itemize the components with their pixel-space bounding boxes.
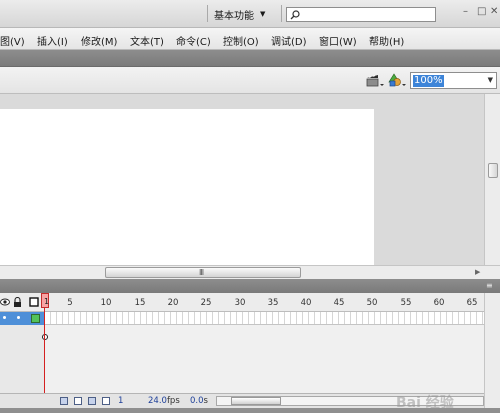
ruler-tick: 40	[300, 298, 312, 308]
ruler-tick: 45	[333, 298, 345, 308]
zoom-value: 100%	[413, 75, 444, 87]
frame-rate[interactable]: 24.0fps	[148, 396, 180, 406]
layer-header	[0, 293, 44, 312]
timeline-header: ≡	[0, 279, 500, 293]
frame-ruler[interactable]: 5 10 15 20 25 30 35 40 45 50 55 60 65 1	[41, 293, 484, 312]
scroll-thumb[interactable]: III	[105, 267, 301, 278]
ruler-tick: 30	[234, 298, 246, 308]
frame-rate-value: 24.0	[148, 396, 167, 406]
menu-bar: 图(V) 插入(I) 修改(M) 文本(T) 命令(C) 控制(O) 调试(D)…	[0, 28, 500, 50]
scroll-right-icon[interactable]: ▶	[475, 268, 480, 276]
lock-dot[interactable]	[17, 316, 20, 319]
menu-insert[interactable]: 插入(I)	[37, 33, 68, 48]
keyframe-icon[interactable]	[42, 334, 48, 340]
lock-icon[interactable]	[13, 297, 22, 308]
stage-canvas[interactable]	[0, 109, 374, 265]
menu-help[interactable]: 帮助(H)	[369, 33, 404, 48]
minimize-button[interactable]: –	[463, 6, 468, 17]
separator	[281, 5, 282, 22]
watermark-logo: Bai 经验	[396, 395, 454, 411]
ruler-tick: 15	[134, 298, 146, 308]
playhead[interactable]: 1	[41, 293, 49, 308]
ruler-tick: 10	[100, 298, 112, 308]
ruler-tick: 60	[433, 298, 445, 308]
layer-outline-color[interactable]	[31, 314, 40, 323]
stage-horizontal-scrollbar[interactable]: III ▶	[0, 265, 500, 279]
ruler-tick: 55	[400, 298, 412, 308]
menu-control[interactable]: 控制(O)	[223, 33, 259, 48]
layer-row[interactable]	[0, 312, 44, 325]
menu-window[interactable]: 窗口(W)	[319, 33, 357, 48]
elapsed-time-value: 0.0	[190, 396, 204, 406]
onion-skin-icon[interactable]	[74, 397, 82, 405]
playhead-frame-label: 1	[44, 297, 50, 306]
current-frame: 1	[118, 396, 124, 406]
title-bar: 基本功能 ▼ – □ ✕	[0, 0, 500, 28]
menu-debug[interactable]: 调试(D)	[271, 33, 307, 48]
edit-scene-icon[interactable]	[365, 72, 385, 89]
stage-vertical-scrollbar[interactable]	[484, 94, 500, 265]
chevron-down-icon: ▼	[260, 10, 266, 18]
panel-menu-icon[interactable]: ≡	[486, 281, 493, 290]
visibility-dot[interactable]	[3, 316, 6, 319]
edit-symbols-icon[interactable]	[387, 72, 407, 89]
chevron-down-icon: ▼	[487, 76, 493, 84]
ruler-tick: 5	[67, 298, 73, 308]
maximize-button[interactable]: □	[477, 6, 486, 17]
elapsed-time-unit: s	[203, 396, 208, 406]
frame-row[interactable]	[42, 312, 484, 340]
separator	[207, 5, 208, 22]
outline-icon[interactable]	[29, 297, 39, 307]
workspace-switcher[interactable]: 基本功能 ▼	[214, 6, 265, 22]
menu-commands[interactable]: 命令(C)	[176, 33, 211, 48]
ruler-tick: 65	[466, 298, 478, 308]
ruler-tick: 20	[167, 298, 179, 308]
search-icon	[290, 10, 300, 20]
onion-skin-outlines-icon[interactable]	[88, 397, 96, 405]
scroll-thumb[interactable]	[231, 397, 281, 405]
close-button[interactable]: ✕	[490, 6, 498, 17]
elapsed-time: 0.0s	[190, 396, 208, 406]
edit-multiple-frames-icon[interactable]	[102, 397, 110, 405]
timeline-vertical-scrollbar[interactable]	[484, 293, 500, 408]
ruler-tick: 35	[267, 298, 279, 308]
ruler-tick: 25	[200, 298, 212, 308]
scroll-thumb[interactable]	[488, 163, 498, 178]
center-frame-icon[interactable]	[60, 397, 68, 405]
grip-icon: III	[199, 268, 204, 277]
zoom-select[interactable]: 100% ▼	[410, 72, 497, 89]
menu-text[interactable]: 文本(T)	[130, 33, 164, 48]
help-search-input[interactable]	[286, 7, 436, 22]
workspace-label: 基本功能	[214, 10, 254, 22]
frame-rate-unit: fps	[166, 396, 180, 406]
timeline-frames[interactable]: 5 10 15 20 25 30 35 40 45 50 55 60 65 1	[41, 293, 484, 408]
menu-view[interactable]: 图(V)	[0, 33, 25, 48]
stage-area	[0, 94, 484, 265]
ruler-tick: 50	[366, 298, 378, 308]
menu-modify[interactable]: 修改(M)	[81, 33, 117, 48]
eye-icon[interactable]	[0, 297, 10, 307]
document-tab-strip	[0, 50, 500, 67]
layers-column	[0, 293, 45, 408]
